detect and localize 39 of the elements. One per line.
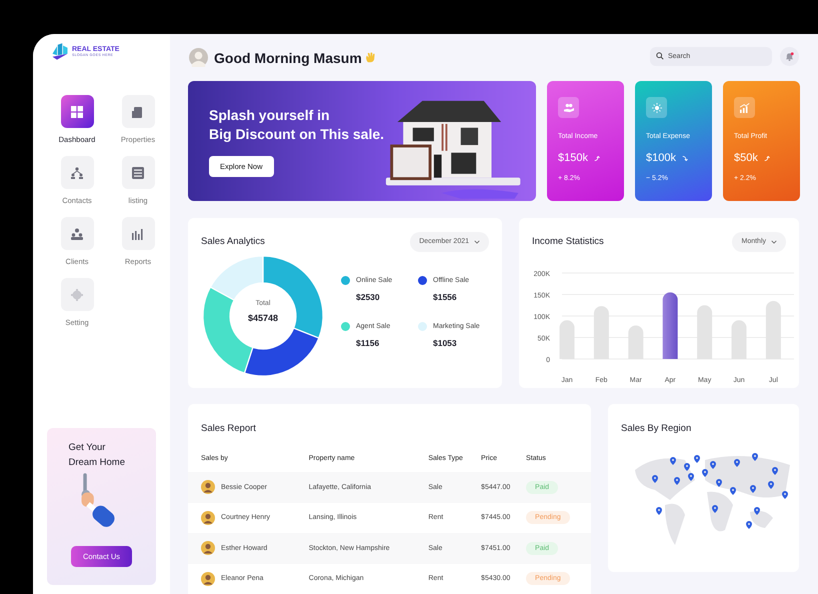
legend-value: $1053 (433, 338, 458, 348)
sun-icon (646, 97, 667, 118)
grid-icon (60, 95, 94, 128)
card-title: Income Statistics (532, 236, 604, 248)
bar-chart-icon (122, 217, 154, 250)
avatar-icon (201, 541, 215, 556)
card-title: Sales Analytics (201, 236, 265, 248)
promo-title: Get Your Dream Home (68, 441, 126, 470)
avatar-icon (201, 510, 215, 525)
banner-title: Big Discount on This sale. (209, 125, 384, 144)
legend-value: $1556 (433, 292, 458, 302)
notification-button[interactable] (780, 46, 799, 66)
logo-icon (51, 43, 69, 60)
avatar-icon (201, 480, 215, 494)
total-value: $45748 (248, 312, 278, 323)
greeting: Good Morning Masum (214, 50, 362, 66)
card-title: Sales Report (201, 423, 256, 434)
legend-value: $1156 (356, 338, 380, 348)
building-icon (122, 95, 154, 128)
bar (662, 292, 678, 359)
search-icon (656, 52, 664, 60)
stat-value: $50k (734, 152, 758, 164)
hand-coins-icon (558, 97, 579, 118)
banner-title: Splash yourself in (209, 106, 330, 126)
stat-value: $100k (646, 152, 676, 164)
people-icon (60, 217, 94, 250)
growth-chart-icon (734, 97, 755, 118)
bell-icon (785, 52, 794, 61)
card-title: Sales By Region (621, 423, 692, 434)
avatar-icon (201, 572, 215, 586)
legend-value: $2530 (356, 292, 381, 302)
chevron-down-icon (771, 240, 777, 244)
list-icon (122, 156, 154, 189)
stat-value: $150k (558, 152, 588, 164)
chevron-down-icon (474, 240, 480, 244)
settings-icon (60, 278, 94, 311)
waving-hand-icon (364, 52, 376, 64)
people-network-icon (60, 156, 94, 189)
avatar-icon (189, 48, 208, 68)
